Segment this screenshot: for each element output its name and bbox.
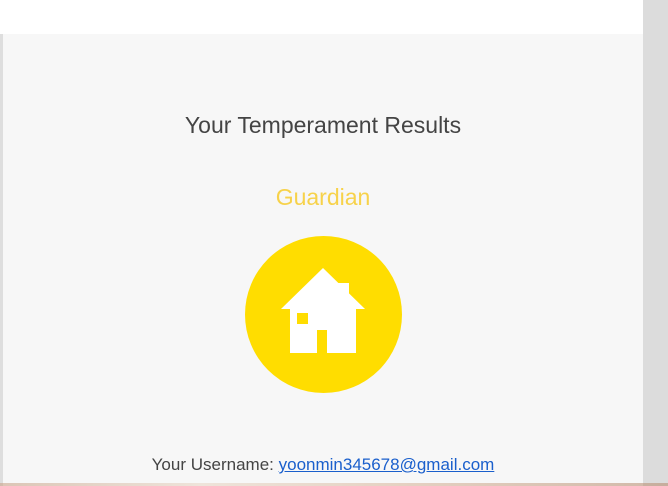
results-heading: Your Temperament Results [184,112,462,138]
temperament-name: Guardian [275,184,371,210]
username-email-link[interactable]: yoonmin345678@gmail.com [279,455,495,474]
house-icon [281,268,365,353]
page-scroll-gutter [643,0,668,486]
results-card: Your Temperament Results Guardian Your U… [3,34,643,486]
temperament-badge [245,236,402,393]
top-header-strip [0,0,643,34]
page: Your Temperament Results Guardian Your U… [0,0,668,486]
username-label: Your Username: [151,455,274,474]
username-line: Your Username: yoonmin345678@gmail.com [3,455,643,475]
